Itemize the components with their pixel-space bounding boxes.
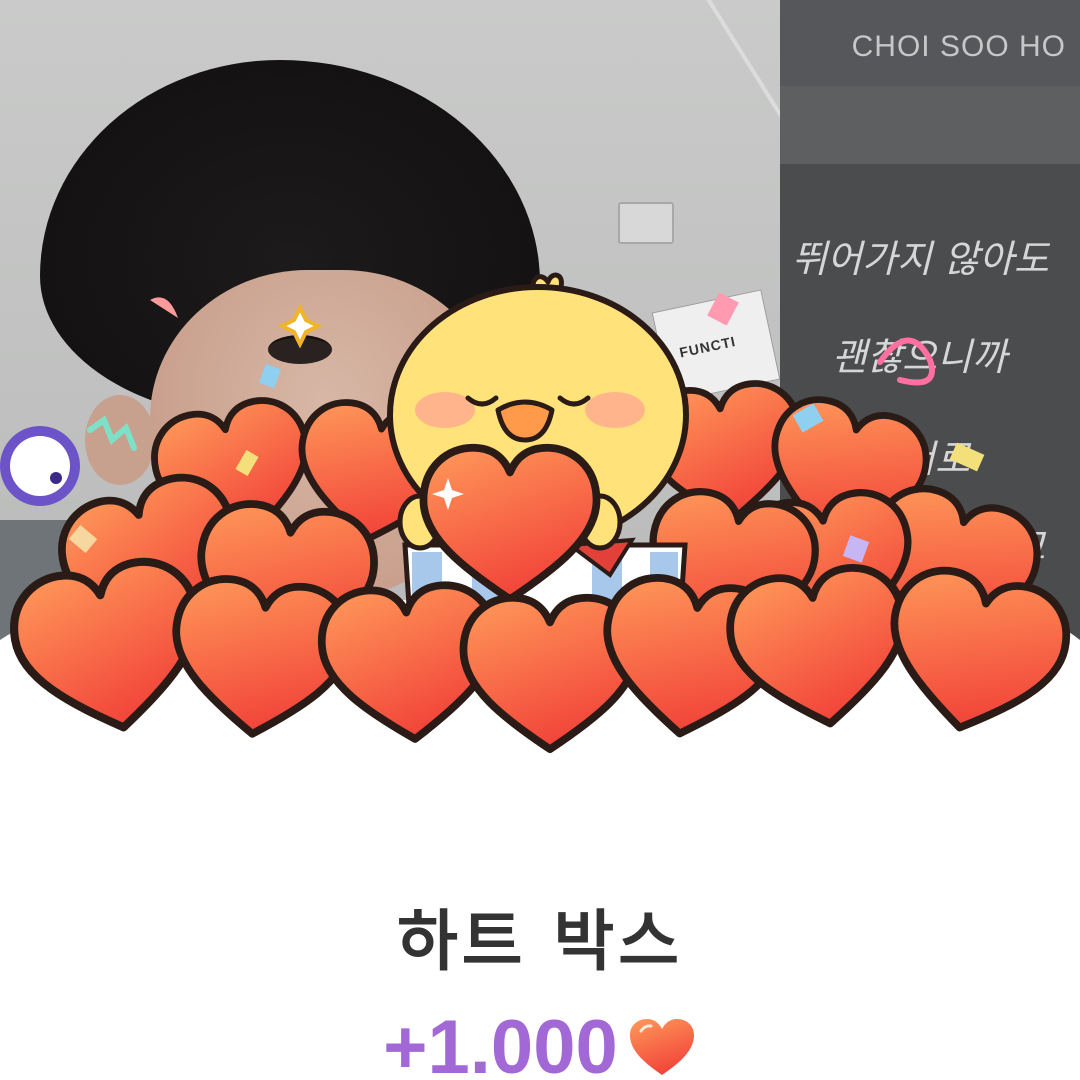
reward-amount-row: +1.000	[0, 1004, 1080, 1080]
heart-pile-art	[0, 272, 1080, 800]
heart-box-reward-screen: FUNCTI CHOI SOO HO 뛰어가지 않아도 괜찮으니까 서로 고	[0, 0, 1080, 1080]
reward-amount: +1.000	[383, 1005, 618, 1080]
reward-title: 하트 박스	[397, 903, 683, 980]
eye-badge-icon	[0, 426, 80, 506]
heart-box-sticker	[0, 0, 1080, 800]
heart-icon	[629, 1018, 694, 1075]
